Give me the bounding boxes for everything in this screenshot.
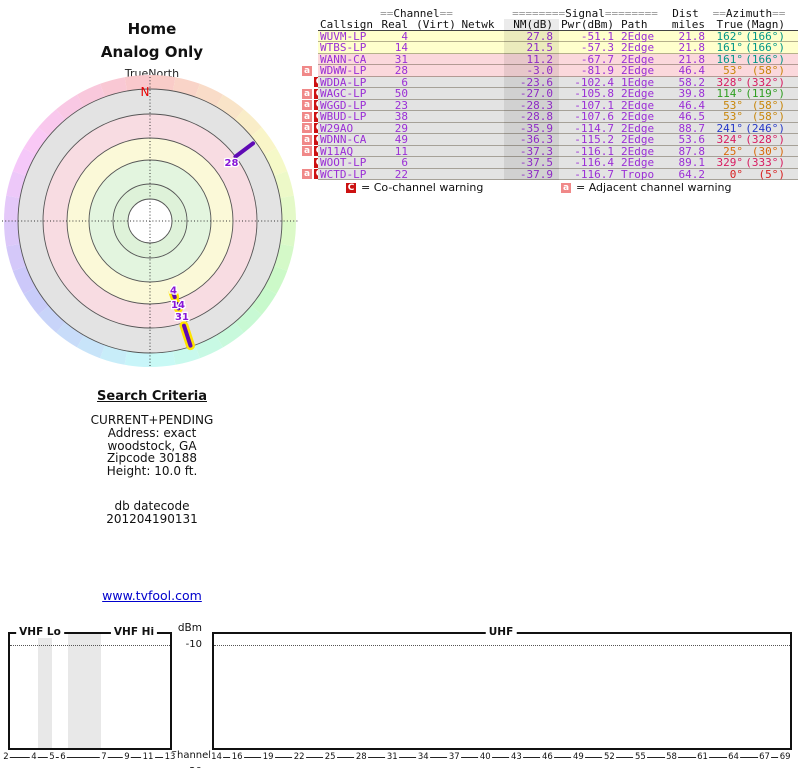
channel-tick: 2 <box>1 752 11 762</box>
channel-tick: 22 <box>292 752 307 762</box>
channel-tick: 43 <box>509 752 524 762</box>
channel-tick: 25 <box>323 752 338 762</box>
channel-tick: 9 <box>122 752 132 762</box>
band-section-label: UHF <box>485 626 517 638</box>
channel-tick: 52 <box>602 752 617 762</box>
grid-line <box>10 644 170 646</box>
channel-tick: 11 <box>141 752 155 762</box>
channel-tick: 19 <box>261 752 276 762</box>
channel-tick: 28 <box>354 752 369 762</box>
channel-tick: 31 <box>385 752 400 762</box>
channel-tick: 7 <box>99 752 109 762</box>
channel-tick: 58 <box>664 752 679 762</box>
channel-tick: 6 <box>58 752 68 762</box>
channel-tick: 4 <box>29 752 39 762</box>
band-section-label: VHF Lo <box>16 626 64 638</box>
channel-tick: 49 <box>571 752 586 762</box>
channel-tick: 5 <box>47 752 57 762</box>
channel-tick: 61 <box>695 752 710 762</box>
channel-tick: 67 <box>757 752 772 762</box>
dbm-axis-label: dBm <box>177 622 202 634</box>
channel-tick: 46 <box>540 752 555 762</box>
channel-signal-chart: -10-20-30-40-50-60-70-80-90dBmChannelVHF… <box>0 0 800 768</box>
channel-tick: 64 <box>726 752 741 762</box>
channel-tick: 55 <box>633 752 648 762</box>
uhf-panel <box>212 632 792 750</box>
channel-tick: 37 <box>447 752 462 762</box>
channel-tick: 16 <box>230 752 245 762</box>
grid-line <box>214 644 790 646</box>
channel-tick: 40 <box>478 752 493 762</box>
dbm-tick: -10 <box>185 639 202 650</box>
tvfool-report-page: Home Analog Only TrueNorth N 28 4 14 31 ==Ch… <box>0 0 800 768</box>
channel-tick: 14 <box>209 752 224 762</box>
channel-tick: 69 <box>778 752 793 762</box>
channel-tick: 13 <box>163 752 177 762</box>
channel-tick: 34 <box>416 752 431 762</box>
vhf-panel <box>8 632 172 750</box>
band-section-label: VHF Hi <box>110 626 158 638</box>
